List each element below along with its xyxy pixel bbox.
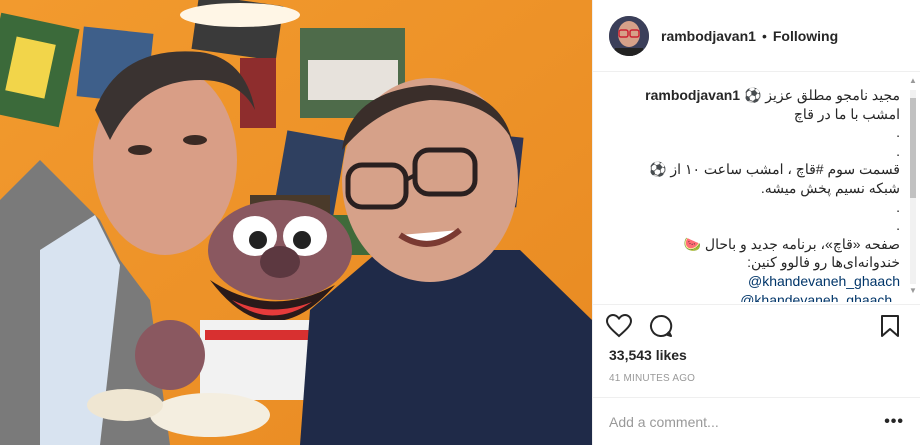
caption-scrollbar[interactable]: ▲ ▼ [908, 74, 918, 300]
caption-line: خندوانه‌ای‌ها رو فالوو کنین: [747, 254, 900, 271]
post-sidebar: rambodjavan1 • Following مجید نامجو مطلق… [592, 0, 920, 445]
add-comment-bar: Add a comment... ••• [593, 397, 920, 445]
caption-section: مجید نامجو مطلق عزیز ⚽ rambodjavan1 امشب… [593, 72, 920, 305]
avatar-image [609, 15, 649, 56]
caption-username[interactable]: rambodjavan1 [645, 87, 740, 103]
caption-line: مجید نامجو مطلق عزیز ⚽ [743, 87, 900, 103]
scroll-thumb[interactable] [910, 98, 916, 198]
caption-line: امشب با ما در قاچ [793, 105, 900, 122]
separator-dot: • [761, 27, 767, 44]
likes-count[interactable]: 33,543 likes [609, 347, 687, 363]
caption-line: قسمت سوم #قاچ ، امشب ساعت ۱۰ از ⚽ [649, 161, 900, 178]
scroll-up-icon[interactable]: ▲ [908, 76, 918, 86]
action-bar [605, 310, 904, 342]
caption-line: شبکه نسیم پخش میشه. [760, 179, 900, 196]
follow-status-button[interactable]: Following [773, 28, 838, 44]
mention-line: @khandevaneh_ghaach [609, 272, 900, 291]
post-header: rambodjavan1 • Following [593, 0, 920, 72]
bookmark-icon[interactable] [876, 312, 904, 340]
comment-input[interactable]: Add a comment... [609, 414, 719, 430]
caption-line: . [896, 217, 900, 234]
caption-line: صفحه «قاچ»، برنامه جدید و باحال 🍉 [683, 235, 900, 252]
scroll-down-icon[interactable]: ▼ [908, 286, 918, 296]
more-options-icon[interactable]: ••• [884, 413, 904, 431]
post-photo[interactable] [0, 0, 592, 445]
caption-line: . [896, 142, 900, 159]
post-timestamp[interactable]: 41 MINUTES AGO [609, 373, 695, 384]
mention-line: @khandevaneh_ghaach . [609, 291, 900, 302]
caption-line: . [896, 198, 900, 215]
caption-first-line: مجید نامجو مطلق عزیز ⚽ rambodjavan1 [609, 86, 900, 105]
caption-line: . [896, 124, 900, 141]
mention-link[interactable]: @khandevaneh_ghaach . [740, 292, 900, 302]
comment-bubble-icon[interactable] [647, 312, 675, 340]
post-username[interactable]: rambodjavan1 [661, 28, 756, 44]
post-caption: مجید نامجو مطلق عزیز ⚽ rambodjavan1 امشب… [609, 86, 900, 302]
avatar[interactable] [609, 15, 649, 56]
selfie-photo [0, 0, 592, 445]
instagram-post: rambodjavan1 • Following مجید نامجو مطلق… [0, 0, 920, 445]
mention-link[interactable]: @khandevaneh_ghaach [748, 273, 900, 289]
heart-icon[interactable] [605, 312, 633, 340]
